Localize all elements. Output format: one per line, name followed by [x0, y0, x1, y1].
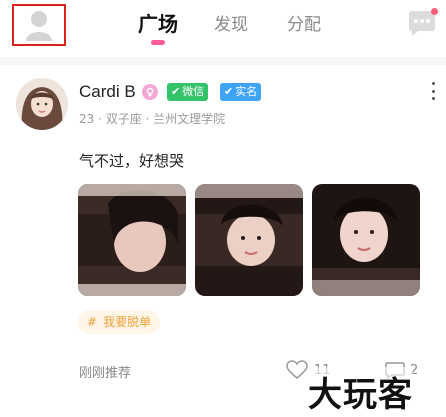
- topic-tag-label: 我要脱单: [103, 315, 152, 329]
- more-vertical-icon[interactable]: [428, 82, 438, 100]
- tab-discover[interactable]: 发现: [214, 10, 248, 35]
- chat-unread-dot: [431, 8, 438, 15]
- post-username[interactable]: Cardi B: [79, 82, 136, 102]
- check-icon: ✔: [224, 85, 234, 98]
- user-meta: 23 · 双子座 · 兰州文理学院: [79, 112, 226, 126]
- tab-square[interactable]: 广场: [138, 8, 178, 37]
- post-photo-2[interactable]: [195, 184, 303, 296]
- hashtag-icon: #: [87, 315, 98, 329]
- post-user-avatar[interactable]: [16, 78, 68, 130]
- check-icon: ✔: [171, 85, 181, 98]
- post-photo-3[interactable]: [312, 184, 420, 296]
- post-time: 刚刚推荐: [79, 366, 132, 381]
- watermark-logo: 大玩客: [308, 367, 413, 416]
- wechat-verified-badge: ✔ 微信: [167, 83, 209, 101]
- section-divider: [0, 57, 446, 65]
- realname-verified-badge: ✔ 实名: [220, 83, 262, 101]
- profile-button[interactable]: [12, 4, 66, 46]
- gender-female-icon: [142, 84, 158, 100]
- tab-match[interactable]: 分配: [287, 10, 321, 35]
- post-content: 气不过，好想哭: [79, 152, 185, 170]
- active-tab-indicator: [151, 40, 165, 45]
- heart-icon: [286, 360, 308, 379]
- top-bar: 广场 发现 分配: [0, 0, 446, 60]
- topic-tag[interactable]: # 我要脱单: [78, 310, 161, 334]
- profile-avatar-icon: [26, 11, 52, 41]
- post-photo-1[interactable]: [78, 184, 186, 296]
